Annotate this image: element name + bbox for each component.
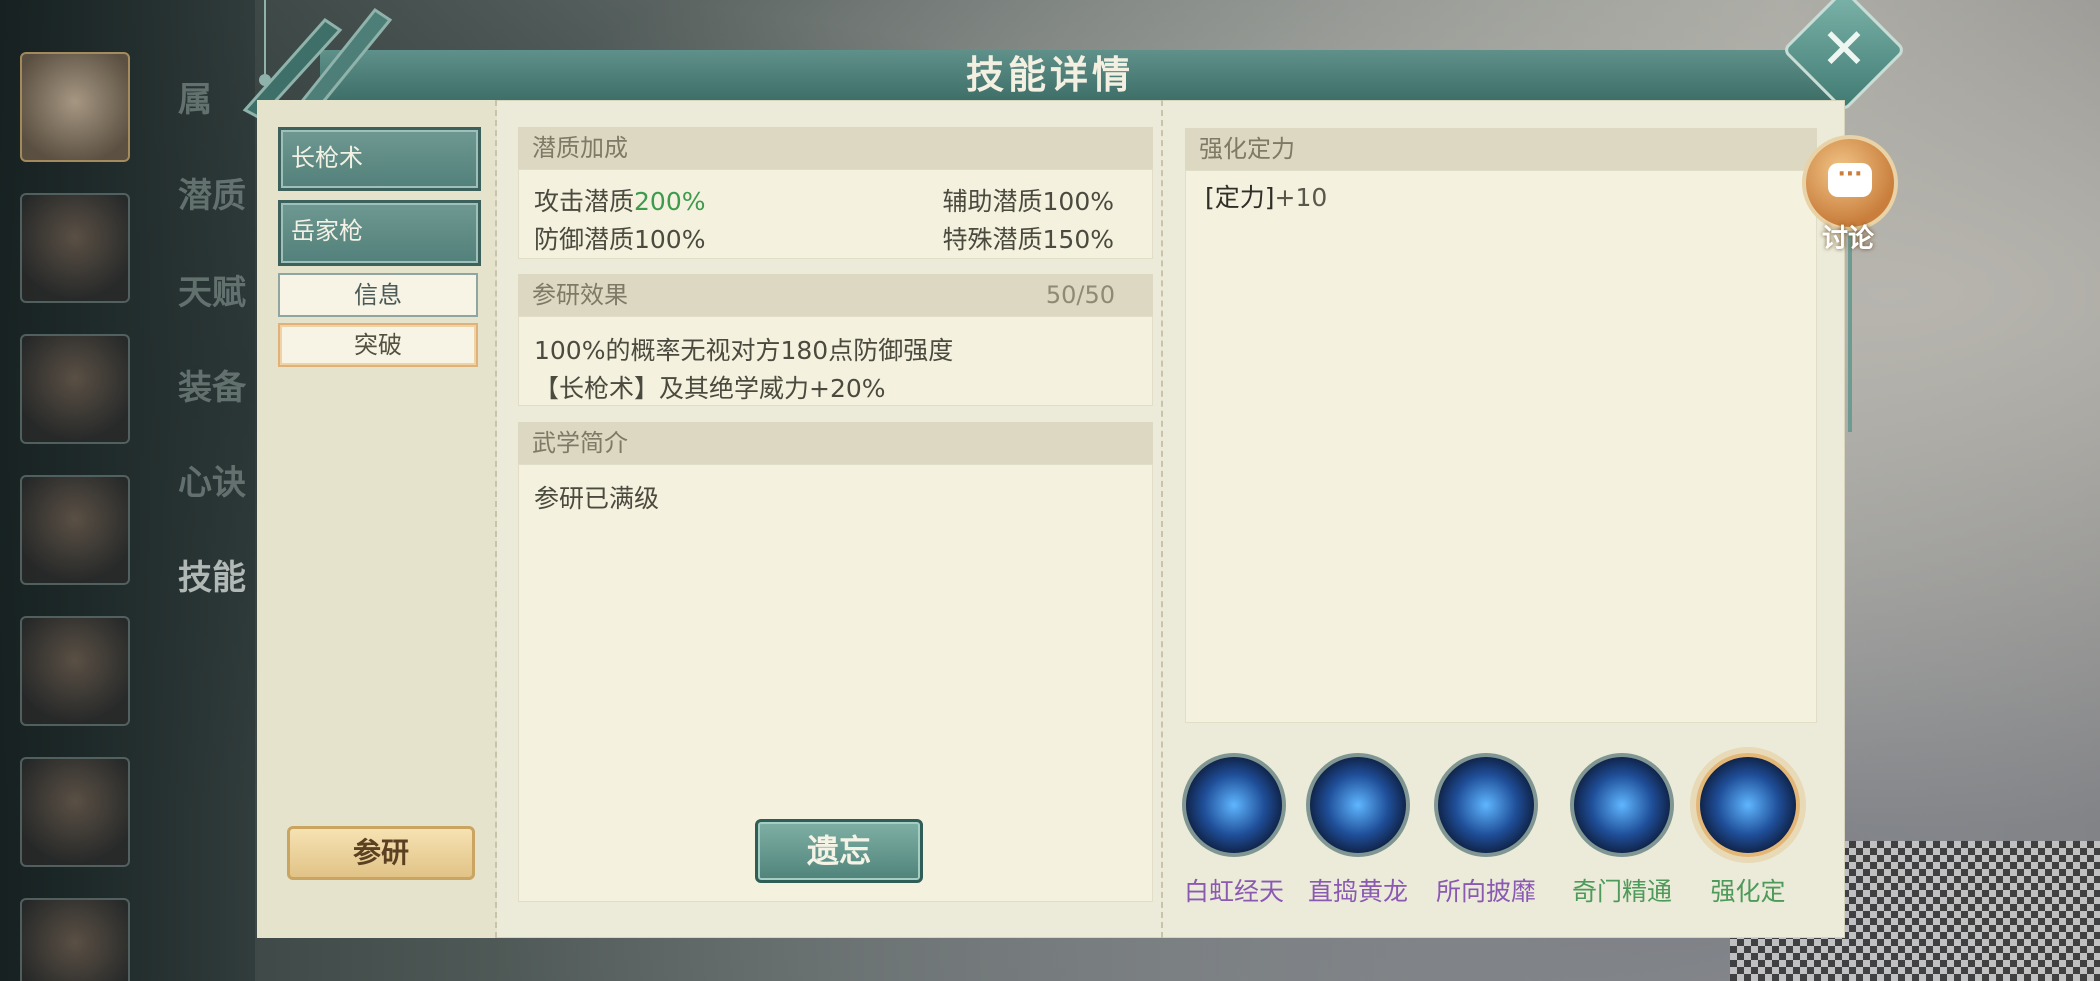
skill-name: 所向披靡 (1435, 877, 1536, 906)
enhance-text: [定力]+10 (1205, 183, 1328, 212)
side-menu-equipment[interactable]: 装备 (178, 360, 246, 409)
enhance-body (1185, 170, 1817, 723)
skill-name: 强化定 (1710, 877, 1786, 906)
support-aptitude: 辅助潜质100% (942, 187, 1114, 216)
aptitude-body: 攻击潜质200% 辅助潜质100% 防御潜质100% 特殊潜质150% (518, 169, 1153, 259)
side-menu-mental[interactable]: 心诀 (178, 455, 246, 504)
tab-yue-spear[interactable]: 岳家枪 (278, 200, 481, 266)
intro-header: 武学简介 (518, 422, 1153, 464)
discuss-label[interactable]: 讨论 (1822, 218, 1874, 255)
skill-name: 奇门精通 (1571, 877, 1672, 906)
forget-button[interactable]: 遗忘 (755, 819, 923, 883)
skill-icon-qianghua[interactable] (1696, 753, 1800, 857)
tab-breakthrough[interactable]: 突破 (278, 323, 478, 367)
side-menu-talent[interactable]: 天赋 (178, 265, 246, 314)
enhance-header: 强化定力 (1185, 128, 1817, 170)
skill-icon-baihong[interactable] (1182, 753, 1286, 857)
skill-icon-suoxiang[interactable] (1434, 753, 1538, 857)
skill-icon-qimen[interactable] (1570, 753, 1674, 857)
tassel-ornament (1848, 232, 1852, 432)
aptitude-header: 潜质加成 (518, 127, 1153, 169)
effect-line: 【长枪术】及其绝学威力+20% (534, 374, 886, 403)
research-effect-body: 100%的概率无视对方180点防御强度 【长枪术】及其绝学威力+20% (518, 316, 1153, 406)
attack-aptitude: 攻击潜质200% (534, 187, 706, 216)
tab-long-spear[interactable]: 长枪术 (278, 127, 481, 191)
page-title: 技能详情 (965, 53, 1134, 97)
character-portrait[interactable] (20, 193, 130, 303)
intro-text: 参研已满级 (534, 484, 660, 513)
character-portrait[interactable] (20, 757, 130, 867)
special-aptitude: 特殊潜质150% (942, 225, 1114, 254)
character-portrait[interactable] (20, 334, 130, 444)
skill-icon-zhidao[interactable] (1306, 753, 1410, 857)
chat-bubble-icon[interactable]: ··· (1828, 163, 1872, 197)
effect-line: 100%的概率无视对方180点防御强度 (534, 336, 954, 365)
skill-name: 直捣黄龙 (1307, 877, 1408, 906)
skill-name: 白虹经天 (1183, 877, 1284, 906)
character-portrait[interactable] (20, 616, 130, 726)
close-icon[interactable]: ✕ (1800, 6, 1888, 94)
tab-label: 长枪术 (291, 144, 363, 172)
character-portrait[interactable] (20, 898, 130, 981)
research-count: 50/50 (1045, 281, 1115, 309)
tab-label: 岳家枪 (291, 217, 363, 245)
research-effect-header: 参研效果 50/50 (518, 274, 1153, 316)
side-menu-skills[interactable]: 技能 (178, 550, 246, 599)
tab-info[interactable]: 信息 (278, 273, 478, 317)
defense-aptitude: 防御潜质100% (534, 225, 706, 254)
side-menu-aptitude[interactable]: 潜质 (178, 168, 246, 217)
character-portrait[interactable] (20, 475, 130, 585)
research-button[interactable]: 参研 (287, 826, 475, 880)
